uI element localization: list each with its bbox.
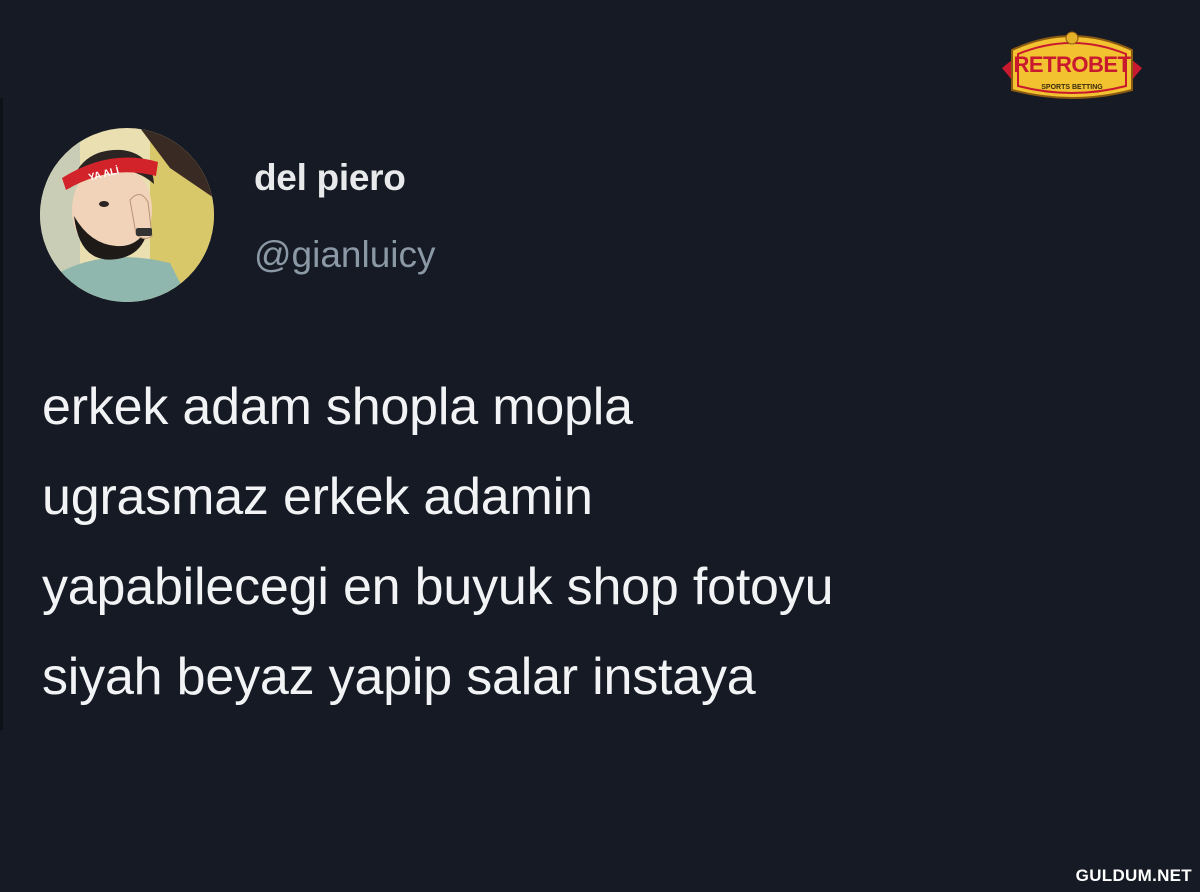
left-edge-divider <box>0 98 3 730</box>
display-name[interactable]: del piero <box>254 157 406 199</box>
avatar[interactable]: YA ALİ <box>40 128 214 302</box>
user-handle[interactable]: @gianluicy <box>254 234 436 276</box>
avatar-icon: YA ALİ <box>40 128 214 302</box>
logo-tagline: SPORTS BETTING <box>1041 84 1103 91</box>
site-watermark: GULDUM.NET <box>1075 866 1192 885</box>
logo-title: RETROBET <box>1013 52 1132 77</box>
retrobet-logo: RETROBET SPORTS BETTING <box>1002 28 1142 104</box>
tweet-text: erkek adam shopla mopla ugrasmaz erkek a… <box>42 378 834 706</box>
